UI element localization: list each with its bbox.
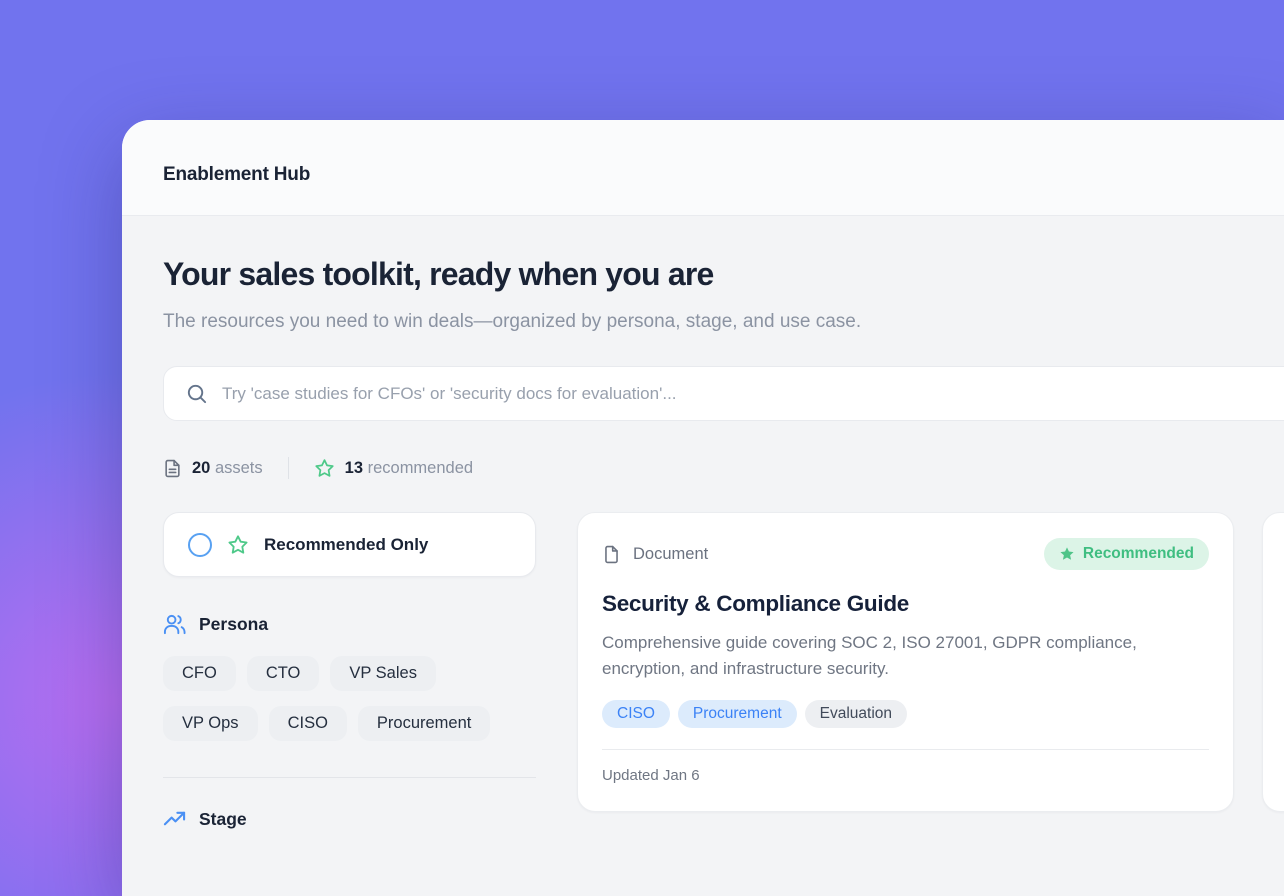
star-filled-icon (1059, 546, 1075, 562)
asset-tags: CISO Procurement Evaluation (602, 700, 1209, 728)
asset-updated: Updated Jan 6 (602, 749, 1209, 784)
document-icon (602, 543, 621, 566)
asset-card[interactable]: Document Recommended Security & Complian… (577, 512, 1234, 812)
asset-cards: Document Recommended Security & Complian… (577, 512, 1284, 812)
stage-label: Stage (199, 809, 247, 830)
asset-type: Document (602, 543, 708, 566)
asset-title[interactable]: Security & Compliance Guide (602, 591, 1209, 617)
persona-header: Persona (163, 613, 536, 636)
trending-up-icon (163, 808, 186, 831)
persona-chip[interactable]: CFO (163, 656, 236, 691)
persona-chip[interactable]: Procurement (358, 706, 490, 741)
star-outline-icon (227, 534, 249, 556)
content-area: Recommended Only Persona CFO CTO VP Sales V… (163, 512, 1284, 831)
page-body: Your sales toolkit, ready when you are T… (122, 256, 1284, 831)
file-text-icon (163, 458, 182, 479)
assets-count: 20 assets (163, 458, 263, 479)
persona-chip[interactable]: CTO (247, 656, 320, 691)
persona-filter-section: Persona CFO CTO VP Sales VP Ops CISO Procurem… (163, 613, 536, 741)
asset-tag[interactable]: Procurement (678, 700, 797, 728)
stage-header: Stage (163, 808, 536, 831)
search-bar[interactable] (163, 366, 1284, 421)
recommended-count: 13 recommended (314, 458, 473, 479)
asset-type-label: Document (633, 545, 708, 564)
filters-sidebar: Recommended Only Persona CFO CTO VP Sales V… (163, 512, 536, 831)
toggle-circle-icon[interactable] (188, 533, 212, 557)
app-header: Enablement Hub (122, 120, 1284, 216)
asset-description: Comprehensive guide covering SOC 2, ISO … (602, 630, 1162, 681)
users-icon (163, 613, 186, 636)
recommended-badge: Recommended (1044, 538, 1209, 570)
persona-label: Persona (199, 614, 268, 635)
persona-chip[interactable]: VP Ops (163, 706, 258, 741)
page-subtitle: The resources you need to win deals—orga… (163, 307, 878, 336)
page-title: Your sales toolkit, ready when you are (163, 256, 1284, 293)
stage-filter-section: Stage (163, 808, 536, 831)
asset-card-partial[interactable] (1262, 512, 1284, 812)
persona-chip[interactable]: VP Sales (330, 656, 436, 691)
stats-divider (288, 457, 289, 479)
recommended-only-label: Recommended Only (264, 535, 428, 555)
stats-row: 20 assets 13 recommended (163, 457, 1284, 479)
star-outline-icon (314, 458, 335, 479)
asset-tag[interactable]: CISO (602, 700, 670, 728)
card-top-row: Document Recommended (602, 538, 1209, 570)
recommended-badge-label: Recommended (1083, 545, 1194, 563)
recommended-only-toggle[interactable]: Recommended Only (163, 512, 536, 577)
persona-chip[interactable]: CISO (269, 706, 347, 741)
search-icon (185, 382, 208, 405)
search-input[interactable] (222, 384, 1284, 404)
sidebar-divider (163, 777, 536, 778)
persona-chips: CFO CTO VP Sales VP Ops CISO Procurement (163, 656, 536, 741)
app-title: Enablement Hub (163, 164, 310, 186)
enablement-hub-window: Enablement Hub Your sales toolkit, ready… (122, 120, 1284, 896)
asset-tag[interactable]: Evaluation (805, 700, 907, 728)
